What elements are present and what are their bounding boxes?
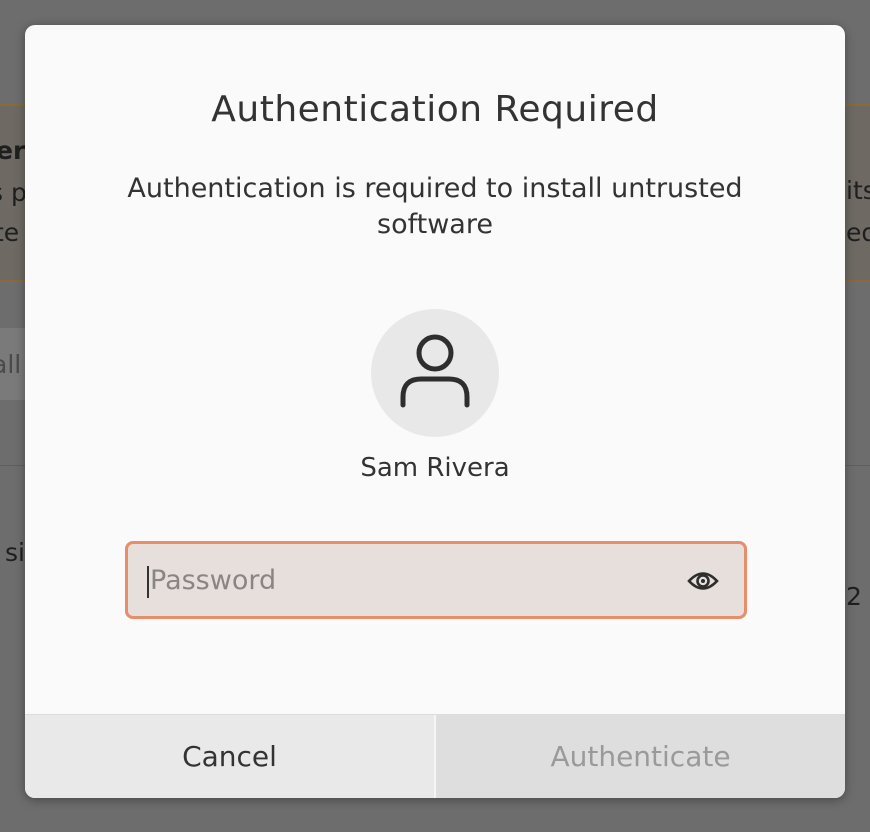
text-caret — [147, 566, 149, 598]
background-text-fragment: ed — [846, 218, 870, 247]
background-text-fragment: its — [846, 176, 870, 205]
user-avatar — [371, 309, 499, 437]
background-text-fragment: te — [0, 218, 20, 247]
authentication-dialog: Authentication Required Authentication i… — [25, 25, 845, 798]
password-field[interactable] — [125, 541, 747, 619]
user-name: Sam Rivera — [360, 453, 510, 483]
dialog-button-bar: Cancel Authenticate — [25, 714, 845, 798]
user-silhouette-icon — [399, 333, 471, 413]
dialog-message: Authentication is required to install un… — [127, 173, 743, 240]
background-text-fragment: er — [0, 136, 26, 165]
eye-icon[interactable] — [686, 564, 720, 598]
background-text-fragment: si — [5, 538, 25, 567]
dialog-title: Authentication Required — [211, 89, 659, 130]
background-text-fragment: 2 — [846, 582, 862, 611]
background-text-fragment: s p — [0, 178, 27, 207]
background-text-fragment: all — [0, 350, 22, 379]
cancel-button[interactable]: Cancel — [25, 715, 436, 798]
authenticate-button[interactable]: Authenticate — [436, 715, 845, 798]
password-input[interactable] — [150, 544, 670, 616]
